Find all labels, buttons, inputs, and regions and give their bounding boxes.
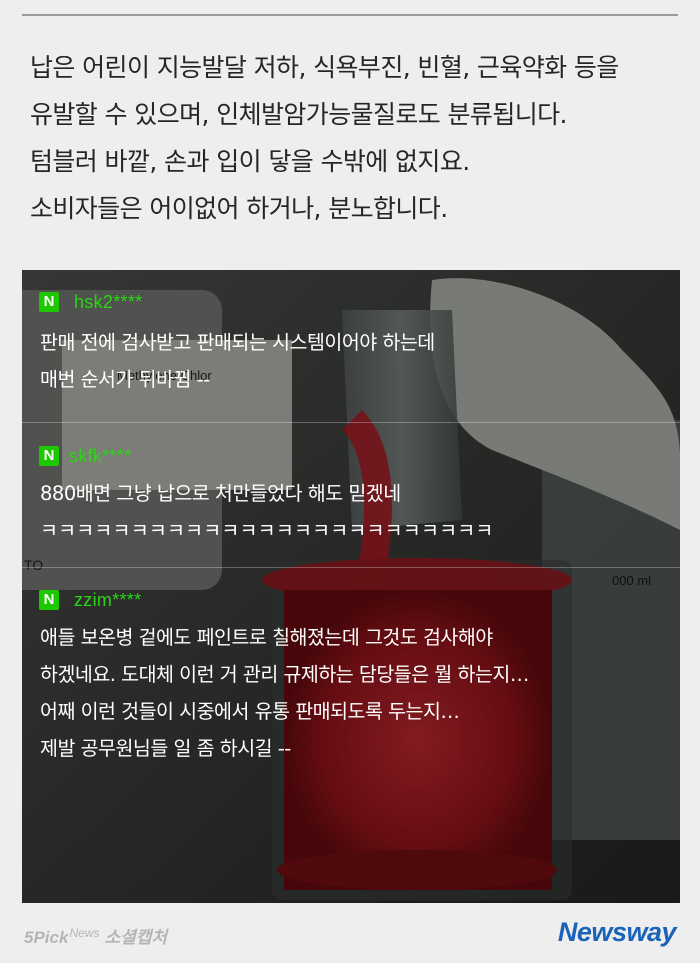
comment-2: N skfk**** 880배면 그냥 납으로 처만들었다 해도 믿겠네 ㅋㅋㅋ… [22,423,680,566]
comment-3: N zzim**** 애들 보온병 겉에도 페인트로 칠해졌는데 그것도 검사해… [22,568,680,808]
brand-5pick: 5Pick [24,928,69,947]
comment-user-row: N skfk**** [39,445,131,467]
footer: 5Pick News 소셜캡처 Newsway [0,903,700,963]
intro-line: 유발할 수 있으며, 인체발암가능물질로도 분류됩니다. [30,100,567,129]
comment-body: 애들 보온병 겉에도 페인트로 칠해졌는데 그것도 검사해야 하겠네요. 도대체… [40,619,670,767]
comment-line: 880배면 그냥 납으로 처만들었다 해도 믿겠네 [40,482,401,505]
top-divider [22,14,678,16]
lab-photo-panel: Methylene Chlor TO 000 ml N hsk2**** 판매 … [22,270,680,903]
comment-line: ㅋㅋㅋㅋㅋㅋㅋㅋㅋㅋㅋㅋㅋㅋㅋㅋㅋㅋㅋㅋㅋㅋㅋㅋㅋ [40,519,494,542]
comment-body: 판매 전에 검사받고 판매되는 시스템이어야 하는데 매번 순서가 뒤바뀜 -- [40,324,670,398]
intro-paragraph: 납은 어린이 지능발달 저하, 식욕부진, 빈혈, 근육약화 등을 유발할 수 … [30,44,680,232]
comment-username: hsk2**** [74,291,143,312]
comment-line: 애들 보온병 겉에도 페인트로 칠해졌는데 그것도 검사해야 [40,626,493,649]
brand-news: News [69,926,100,940]
comment-username: zzim**** [74,589,142,610]
comment-line: 하겠네요. 도대체 이런 거 관리 규제하는 담당들은 뭘 하는지… [40,663,529,686]
comment-user-row: N zzim**** [39,589,141,611]
intro-line: 텀블러 바깥, 손과 입이 닿을 수밖에 없지요. [30,147,470,176]
5pick-news-logo: 5Pick News 소셜캡처 [24,923,167,948]
comment-line: 어째 이런 것들이 시중에서 유통 판매되도록 두는지… [40,700,460,723]
naver-n-icon: N [39,292,59,312]
newsway-logo: Newsway [557,917,677,947]
comment-1: N hsk2**** 판매 전에 검사받고 판매되는 시스템이어야 하는데 매번… [22,270,680,422]
comment-line: 판매 전에 검사받고 판매되는 시스템이어야 하는데 [40,331,435,354]
comment-line: 매번 순서가 뒤바뀜 -- [40,368,210,391]
comment-body: 880배면 그냥 납으로 처만들었다 해도 믿겠네 ㅋㅋㅋㅋㅋㅋㅋㅋㅋㅋㅋㅋㅋㅋ… [40,475,670,549]
brand-section: 소셜캡처 [104,928,168,948]
intro-line: 소비자들은 어이없어 하거나, 분노합니다. [30,194,448,223]
intro-line: 납은 어린이 지능발달 저하, 식욕부진, 빈혈, 근육약화 등을 [30,53,619,82]
comment-user-row: N hsk2**** [39,291,142,313]
naver-n-icon: N [39,590,59,610]
naver-n-icon: N [39,446,59,466]
comment-line: 제발 공무원님들 일 좀 하시길 -- [40,737,291,760]
comment-username: skfk**** [69,445,132,466]
